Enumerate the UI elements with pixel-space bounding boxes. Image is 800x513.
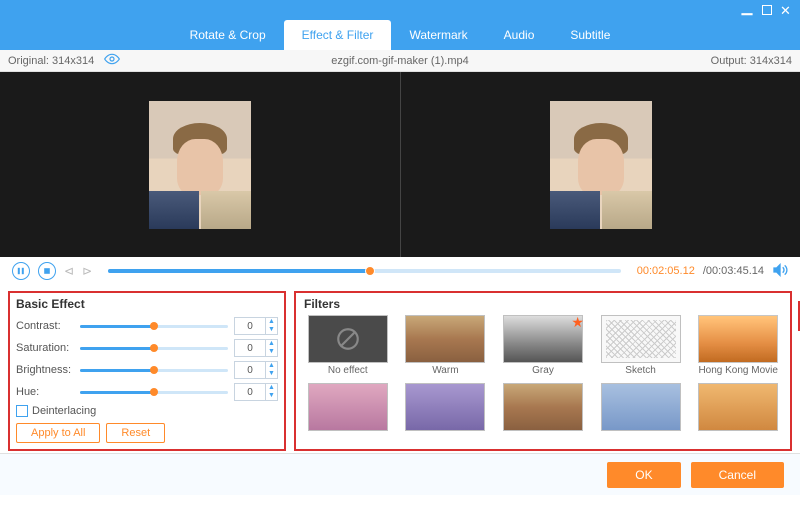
apply-to-all-button[interactable]: Apply to All	[16, 423, 100, 443]
spin-down-icon[interactable]: ▼	[266, 348, 277, 356]
filter-item[interactable]	[402, 383, 490, 445]
filter-item[interactable]: No effect	[304, 315, 392, 377]
filters-panel: Filters No effect Warm ★ Gray Sketch Hong Kon…	[294, 291, 792, 451]
spin-up-icon[interactable]: ▲	[266, 362, 277, 370]
current-time: 00:02:05.12	[637, 265, 695, 277]
filter-item[interactable]	[597, 383, 685, 445]
play-pause-button[interactable]	[12, 262, 30, 280]
tab-subtitle[interactable]: Subtitle	[552, 20, 628, 50]
total-time: /00:03:45.14	[703, 265, 764, 277]
spin-down-icon[interactable]: ▼	[266, 392, 277, 400]
filter-item[interactable]	[694, 383, 782, 445]
seek-slider[interactable]	[108, 269, 621, 273]
basic-effect-title: Basic Effect	[16, 297, 278, 311]
filter-label: Gray	[532, 365, 554, 377]
filter-item[interactable]: Sketch	[597, 315, 685, 377]
tab-bar: Rotate & Crop Effect & Filter Watermark …	[0, 20, 800, 50]
slider-label: Contrast:	[16, 320, 74, 332]
filename-label: ezgif.com-gif-maker (1).mp4	[331, 55, 469, 67]
filters-title: Filters	[304, 297, 782, 311]
filter-item[interactable]: Warm	[402, 315, 490, 377]
filter-label: No effect	[328, 365, 368, 377]
spin-down-icon[interactable]: ▼	[266, 370, 277, 378]
preview-eye-icon[interactable]	[104, 51, 120, 70]
effect-slider[interactable]	[80, 347, 228, 350]
effect-slider[interactable]	[80, 325, 228, 328]
stop-button[interactable]	[38, 262, 56, 280]
deinterlacing-label: Deinterlacing	[32, 405, 96, 417]
effect-value-input[interactable]: 0▲▼	[234, 383, 278, 401]
effect-slider[interactable]	[80, 391, 228, 394]
spin-up-icon[interactable]: ▲	[266, 318, 277, 326]
preview-area	[0, 72, 800, 257]
star-icon: ★	[571, 314, 584, 331]
player-controls: ⊲ ⊳ 00:02:05.12/00:03:45.14	[0, 257, 800, 285]
filter-item[interactable]	[499, 383, 587, 445]
effect-value-input[interactable]: 0▲▼	[234, 361, 278, 379]
prev-frame-button[interactable]: ⊲	[64, 264, 74, 278]
next-frame-button[interactable]: ⊳	[82, 264, 92, 278]
tab-rotate-crop[interactable]: Rotate & Crop	[172, 20, 284, 50]
ok-button[interactable]: OK	[607, 462, 680, 488]
tab-effect-filter[interactable]: Effect & Filter	[284, 20, 392, 50]
minimize-icon[interactable]	[740, 3, 754, 17]
filter-label: Warm	[432, 365, 458, 377]
close-icon[interactable]	[780, 3, 794, 17]
slider-label: Saturation:	[16, 342, 74, 354]
filter-item[interactable]: Hong Kong Movie	[694, 315, 782, 377]
filter-label: Hong Kong Movie	[698, 365, 778, 377]
original-size-label: Original: 314x314	[8, 55, 94, 67]
volume-icon[interactable]	[772, 262, 788, 281]
effect-value-input[interactable]: 0▲▼	[234, 317, 278, 335]
spin-down-icon[interactable]: ▼	[266, 326, 277, 334]
titlebar	[0, 0, 800, 20]
info-bar: Original: 314x314 ezgif.com-gif-maker (1…	[0, 50, 800, 72]
slider-label: Brightness:	[16, 364, 74, 376]
spin-up-icon[interactable]: ▲	[266, 384, 277, 392]
preview-output	[400, 72, 800, 257]
filter-item[interactable]: ★ Gray	[499, 315, 587, 377]
effect-slider[interactable]	[80, 369, 228, 372]
tab-watermark[interactable]: Watermark	[391, 20, 485, 50]
filter-item[interactable]	[304, 383, 392, 445]
preview-original	[0, 72, 400, 257]
basic-effect-panel: Basic Effect Contrast: 0▲▼ Saturation: 0▲…	[8, 291, 286, 451]
spin-up-icon[interactable]: ▲	[266, 340, 277, 348]
deinterlacing-checkbox[interactable]	[16, 405, 28, 417]
filter-label: Sketch	[625, 365, 656, 377]
footer: OK Cancel	[0, 453, 800, 495]
tab-audio[interactable]: Audio	[486, 20, 553, 50]
cancel-button[interactable]: Cancel	[691, 462, 784, 488]
output-size-label: Output: 314x314	[711, 55, 800, 67]
slider-label: Hue:	[16, 386, 74, 398]
reset-button[interactable]: Reset	[106, 423, 165, 443]
maximize-icon[interactable]	[762, 5, 772, 15]
effect-value-input[interactable]: 0▲▼	[234, 339, 278, 357]
